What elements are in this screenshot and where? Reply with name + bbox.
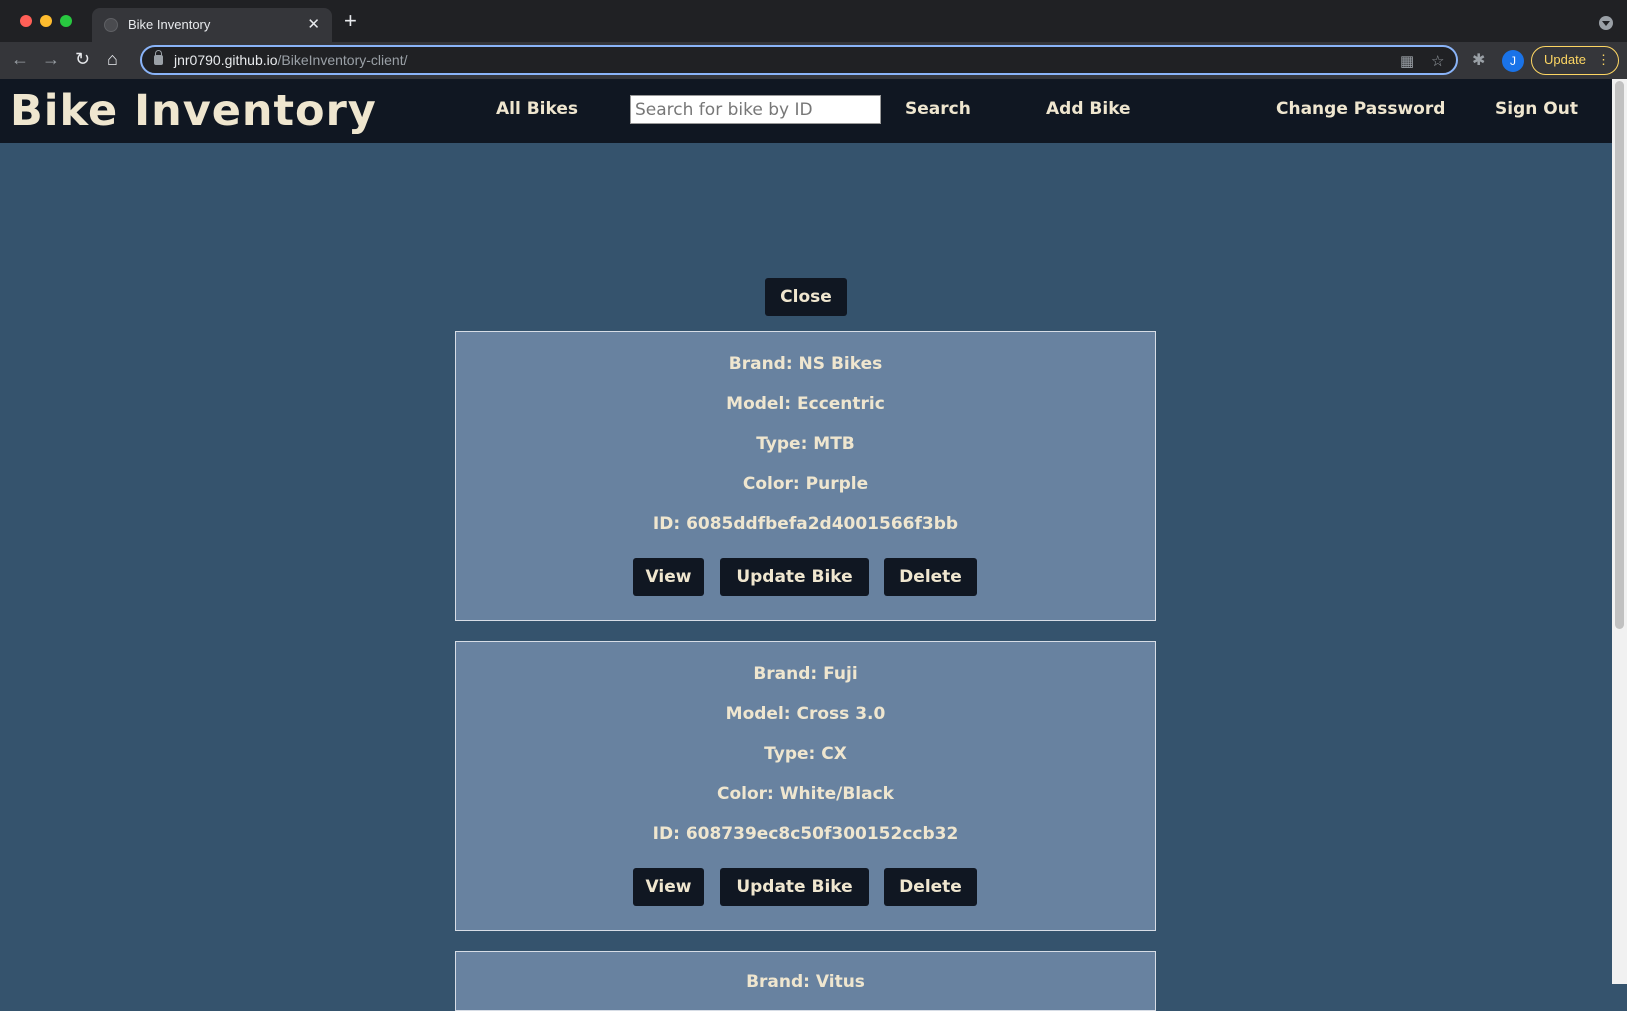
reload-icon[interactable]: ↻ bbox=[75, 48, 90, 70]
bookmark-star-icon[interactable]: ☆ bbox=[1431, 52, 1444, 70]
browser-toolbar: ← → ↻ ⌂ jnr0790.github.io/BikeInventory-… bbox=[0, 42, 1627, 79]
forward-icon[interactable]: → bbox=[42, 48, 60, 70]
update-label: Update bbox=[1544, 52, 1586, 67]
nav-change-password[interactable]: Change Password bbox=[1276, 99, 1445, 119]
qr-code-icon[interactable]: ▦ bbox=[1400, 52, 1414, 70]
delete-button[interactable]: Delete bbox=[884, 868, 977, 906]
tab-search-icon[interactable] bbox=[1599, 16, 1613, 30]
main-content: Close Brand: NS Bikes Model: Eccentric T… bbox=[0, 143, 1612, 1011]
view-button[interactable]: View bbox=[633, 868, 704, 906]
bike-id: ID: 608739ec8c50f300152ccb32 bbox=[652, 824, 959, 844]
bike-type: Type: CX bbox=[764, 744, 847, 764]
address-bar[interactable]: jnr0790.github.io/BikeInventory-client/ … bbox=[140, 45, 1458, 75]
new-tab-icon[interactable]: + bbox=[344, 10, 357, 32]
home-icon[interactable]: ⌂ bbox=[107, 48, 118, 70]
bike-card: Brand: Vitus bbox=[455, 951, 1156, 1011]
lock-icon bbox=[154, 50, 163, 65]
search-button[interactable]: Search bbox=[905, 99, 971, 119]
window-close-button[interactable] bbox=[20, 15, 32, 27]
brand-title[interactable]: Bike Inventory bbox=[10, 86, 377, 136]
menu-dots-icon: ⋮ bbox=[1597, 52, 1610, 67]
nav-add-bike[interactable]: Add Bike bbox=[1046, 99, 1131, 119]
window-minimize-button[interactable] bbox=[40, 15, 52, 27]
globe-icon bbox=[104, 18, 118, 32]
bike-card: Brand: NS Bikes Model: Eccentric Type: M… bbox=[455, 331, 1156, 621]
bike-model: Model: Eccentric bbox=[726, 394, 885, 414]
nav-sign-out[interactable]: Sign Out bbox=[1495, 99, 1578, 119]
bike-type: Type: MTB bbox=[756, 434, 855, 454]
profile-avatar[interactable]: J bbox=[1502, 50, 1524, 72]
tab-title: Bike Inventory bbox=[128, 17, 211, 32]
browser-tab[interactable]: Bike Inventory ✕ bbox=[92, 8, 332, 42]
update-bike-button[interactable]: Update Bike bbox=[720, 558, 869, 596]
delete-button[interactable]: Delete bbox=[884, 558, 977, 596]
bike-brand: Brand: NS Bikes bbox=[728, 354, 883, 374]
app-navbar: Bike Inventory All Bikes Search Add Bike… bbox=[0, 79, 1612, 143]
bike-id: ID: 6085ddfbefa2d4001566f3bb bbox=[652, 514, 959, 534]
bike-brand: Brand: Vitus bbox=[746, 972, 865, 992]
window-maximize-button[interactable] bbox=[60, 15, 72, 27]
tab-close-icon[interactable]: ✕ bbox=[307, 15, 320, 33]
close-button[interactable]: Close bbox=[765, 278, 847, 316]
view-button[interactable]: View bbox=[633, 558, 704, 596]
extensions-icon[interactable]: ✱ bbox=[1472, 50, 1485, 70]
browser-update-button[interactable]: Update ⋮ bbox=[1531, 46, 1619, 75]
bike-color: Color: White/Black bbox=[717, 784, 894, 804]
url-text: jnr0790.github.io/BikeInventory-client/ bbox=[174, 52, 408, 68]
bike-color: Color: Purple bbox=[742, 474, 869, 494]
browser-tab-bar: Bike Inventory ✕ + bbox=[0, 0, 1627, 42]
bike-id-search-input[interactable] bbox=[630, 95, 881, 124]
nav-all-bikes[interactable]: All Bikes bbox=[496, 99, 578, 119]
bike-brand: Brand: Fuji bbox=[753, 664, 858, 684]
bike-model: Model: Cross 3.0 bbox=[725, 704, 886, 724]
page-scrollbar[interactable] bbox=[1612, 79, 1627, 984]
scrollbar-thumb[interactable] bbox=[1615, 81, 1624, 629]
back-icon[interactable]: ← bbox=[11, 48, 29, 70]
bike-card: Brand: Fuji Model: Cross 3.0 Type: CX Co… bbox=[455, 641, 1156, 931]
update-bike-button[interactable]: Update Bike bbox=[720, 868, 869, 906]
